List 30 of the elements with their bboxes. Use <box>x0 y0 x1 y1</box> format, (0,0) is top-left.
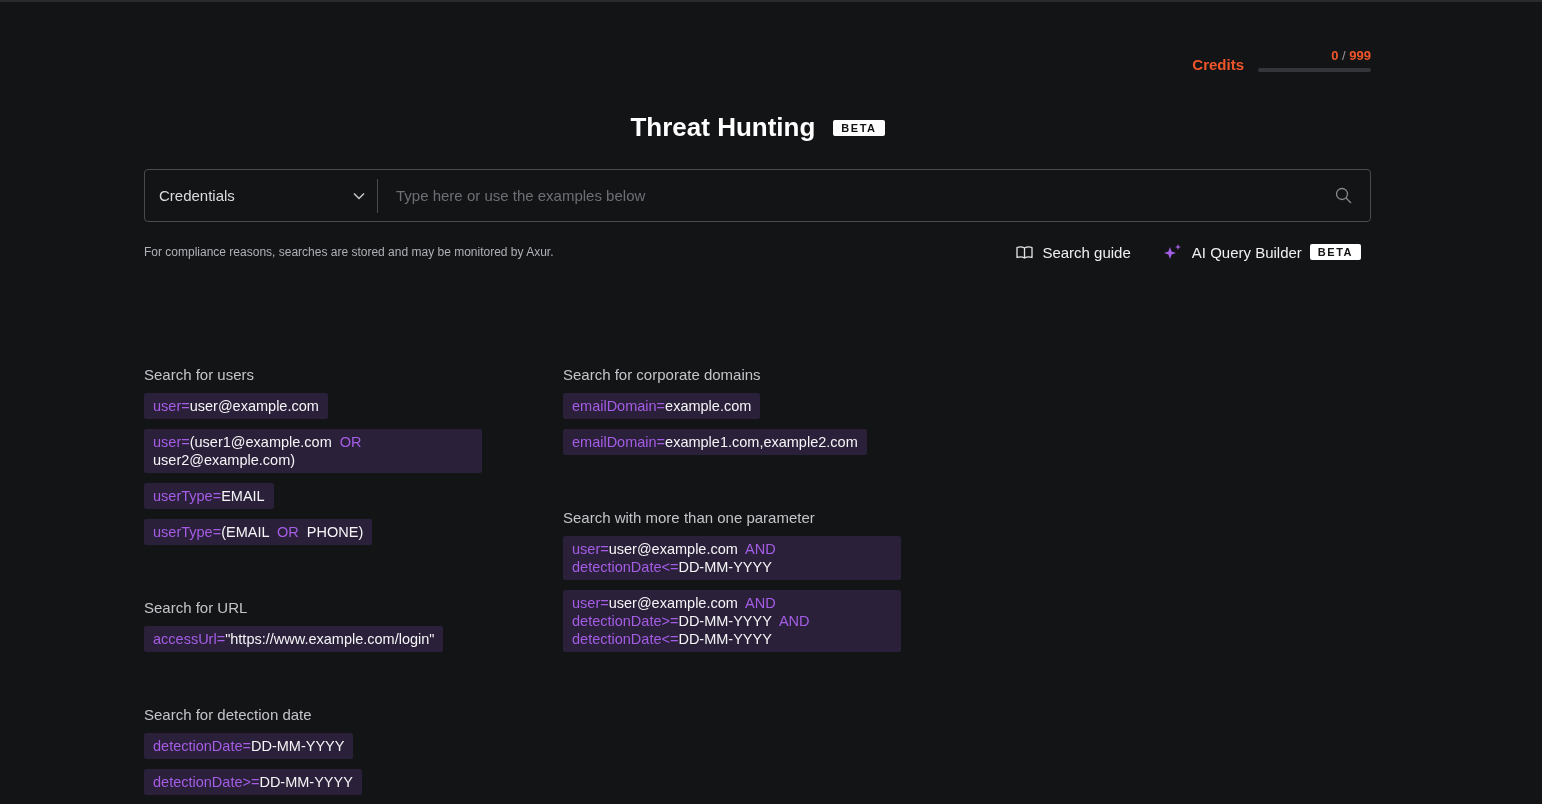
query-example[interactable]: user=user@example.com AND detectionDate>=DD-MM-YYYY AND detectionDate<=DD-MM-YYYY <box>563 590 901 652</box>
section-heading: Search for URL <box>144 599 248 616</box>
compliance-notice: For compliance reasons, searches are stored and may be monitored by Axur. <box>144 245 554 259</box>
category-dropdown[interactable]: Credentials <box>145 170 377 221</box>
query-example[interactable]: detectionDate>=DD-MM-YYYY <box>144 769 362 795</box>
beta-badge: BETA <box>833 119 885 136</box>
query-example[interactable]: user=user@example.com AND detectionDate<=DD-MM-YYYY <box>563 536 901 580</box>
section-heading: Search for users <box>144 366 255 383</box>
search-guide-link[interactable]: Search guide <box>1016 243 1131 261</box>
query-example[interactable]: userType=(EMAIL OR PHONE) <box>144 519 373 545</box>
query-example[interactable]: emailDomain=example1.com,example2.com <box>563 429 867 455</box>
query-example[interactable]: accessUrl="https://www.example.com/login" <box>144 626 444 652</box>
query-example[interactable]: userType=EMAIL <box>144 483 274 509</box>
beta-badge: BETA <box>1309 244 1361 260</box>
section-heading: Search with more than one parameter <box>563 509 815 526</box>
book-icon <box>1016 245 1034 259</box>
search-field[interactable]: Credentials Type here or use the examples below <box>144 169 1371 222</box>
section-heading: Search for corporate domains <box>563 366 761 383</box>
query-example[interactable]: user=user@example.com <box>144 393 328 419</box>
query-example[interactable]: detectionDate=DD-MM-YYYY <box>144 733 354 759</box>
ai-query-builder-link[interactable]: AI Query Builder <box>1162 243 1302 261</box>
query-example[interactable]: user=(user1@example.com OR user2@example.com) <box>144 429 482 473</box>
search-icon <box>1335 187 1352 204</box>
chevron-down-icon <box>353 191 365 200</box>
page-title: Threat Hunting <box>630 112 816 143</box>
credits-count: 0 / 999 <box>1331 48 1371 63</box>
credits-label: Credits <box>1192 56 1244 73</box>
query-example[interactable]: emailDomain=example.com <box>563 393 761 419</box>
section-heading: Search for detection date <box>144 706 312 723</box>
sparkle-icon <box>1162 243 1183 261</box>
